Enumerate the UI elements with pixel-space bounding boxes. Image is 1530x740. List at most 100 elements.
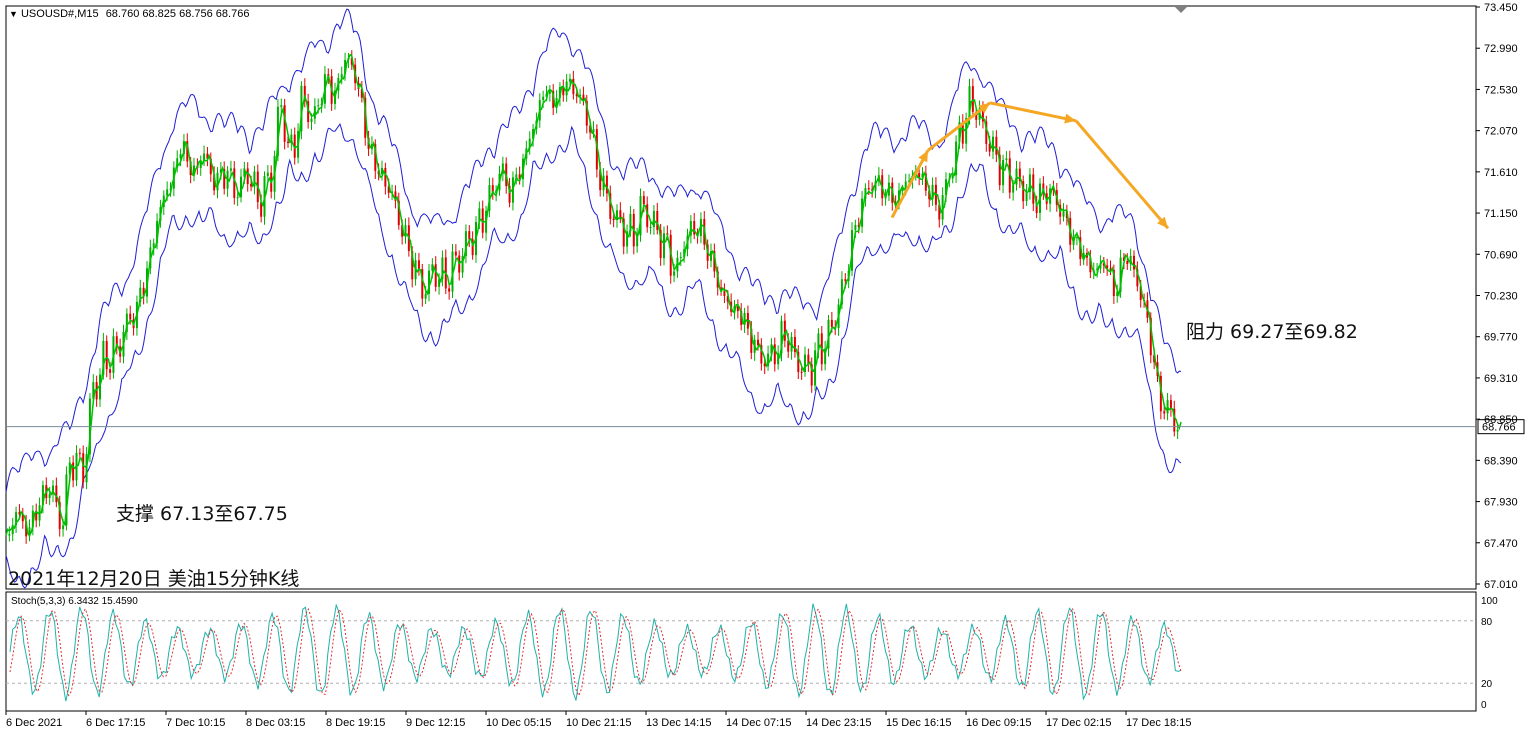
candle-body	[951, 175, 954, 179]
candle-body	[854, 224, 857, 231]
candle-body	[867, 188, 870, 190]
stoch-tick-label: 80	[1481, 617, 1493, 628]
time-tick-label: 15 Dec 16:15	[886, 717, 951, 729]
price-tick-label: 72.990	[1484, 43, 1518, 55]
price-tick-label: 68.850	[1484, 414, 1518, 426]
candle-body	[783, 320, 786, 341]
time-tick-label: 14 Dec 07:15	[726, 717, 791, 729]
candle-body	[592, 129, 595, 133]
candle-body	[830, 319, 833, 328]
time-tick-label: 17 Dec 02:15	[1046, 717, 1111, 729]
chart-header: ▼ USOUSD#,M15 68.760 68.825 68.756 68.76…	[9, 8, 249, 20]
price-tick-label: 69.770	[1484, 332, 1518, 344]
candle-body	[266, 172, 269, 177]
candle-body	[468, 231, 471, 240]
candle-body	[48, 494, 51, 499]
stoch-panel-frame	[5, 591, 1477, 712]
candle-body	[454, 251, 457, 256]
candle-body	[246, 168, 249, 185]
stoch-tick-label: 20	[1481, 679, 1493, 690]
candle-body	[236, 197, 239, 199]
candle-body	[1163, 411, 1166, 414]
candle-body	[793, 336, 796, 353]
candle-body	[233, 168, 236, 198]
candle-body	[62, 525, 65, 530]
candle-body	[434, 264, 437, 287]
candle-body	[757, 339, 759, 346]
candle-body	[216, 172, 219, 191]
candle-body	[310, 118, 313, 122]
candle-body	[579, 94, 582, 97]
candle-body	[152, 243, 155, 248]
candle-body	[649, 227, 652, 229]
symbol-label: USOUSD#,M15	[20, 8, 99, 20]
candle-body	[663, 233, 665, 259]
time-tick-label: 16 Dec 09:15	[966, 717, 1031, 729]
candle-body	[569, 78, 571, 82]
candle-body	[82, 453, 85, 483]
ohlc-readout: 68.760 68.825 68.756 68.766	[105, 8, 250, 20]
price-tick-label: 67.010	[1484, 579, 1518, 591]
candle-body	[417, 260, 420, 270]
resistance-annotation: 阻力 69.27至69.82	[1186, 321, 1358, 343]
time-tick-label: 7 Dec 10:15	[166, 717, 225, 729]
candle-body	[901, 189, 904, 191]
candle-body	[85, 454, 88, 483]
price-tick-label: 70.690	[1484, 249, 1518, 261]
price-tick-label: 68.390	[1484, 455, 1518, 467]
candle-body	[605, 175, 608, 194]
candle-body	[55, 485, 58, 503]
candle-body	[548, 91, 551, 94]
candle-body	[448, 288, 451, 292]
candle-body	[109, 369, 112, 373]
candle-body	[1133, 255, 1135, 270]
candle-body	[340, 74, 343, 79]
price-tick-label: 73.450	[1484, 2, 1518, 14]
candle-body	[656, 210, 659, 230]
price-tick-label: 67.930	[1484, 497, 1518, 509]
candle-body	[105, 340, 108, 370]
candle-body	[229, 168, 232, 171]
candle-body	[844, 279, 847, 281]
stoch-tick-label: 0	[1481, 700, 1487, 711]
candle-body	[287, 141, 289, 144]
candle-body	[992, 136, 994, 152]
candle-body	[673, 271, 676, 276]
candle-body	[1012, 184, 1015, 193]
candle-body	[78, 452, 81, 454]
time-tick-label: 10 Dec 21:15	[566, 717, 631, 729]
candle-body	[424, 293, 427, 299]
candle-body	[542, 96, 545, 101]
price-tick-label: 72.530	[1484, 84, 1518, 96]
candle-body	[280, 105, 283, 107]
chart-caption: 2021年12月20日 美油15分钟K线	[8, 568, 300, 590]
price-tick-label: 72.070	[1484, 126, 1518, 138]
price-tick-label: 71.610	[1484, 167, 1518, 179]
candle-body	[1005, 158, 1008, 161]
candle-body	[612, 218, 615, 221]
time-tick-label: 6 Dec 2021	[6, 717, 62, 729]
stoch-tick-label: 100	[1481, 596, 1498, 607]
price-y-axis: 73.450 72.990 72.530 72.070 71.610 71.150 70.6…	[1476, 2, 1518, 591]
dropdown-triangle-icon[interactable]: ▼	[9, 9, 18, 19]
chart-canvas: 68.766 73.45072.99072.53072.07071.61071.…	[5, 2, 1525, 729]
time-tick-label: 8 Dec 19:15	[326, 717, 385, 729]
candle-body	[642, 196, 645, 205]
price-tick-label: 69.310	[1484, 373, 1518, 385]
candle-body	[971, 86, 974, 112]
time-tick-label: 17 Dec 18:15	[1126, 717, 1191, 729]
candle-body	[317, 105, 320, 107]
price-tick-label: 70.230	[1484, 291, 1518, 303]
stoch-y-axis: 100 80 20 0	[1481, 596, 1498, 711]
candle-body	[1002, 160, 1005, 186]
price-tick-label: 67.470	[1484, 538, 1518, 550]
candle-body	[1176, 429, 1179, 432]
time-x-axis: 6 Dec 2021 6 Dec 17:15 7 Dec 10:15 8 Dec 03…	[5, 711, 1191, 729]
time-tick-label: 9 Dec 12:15	[406, 717, 465, 729]
time-tick-label: 8 Dec 03:15	[246, 717, 305, 729]
candle-body	[8, 534, 11, 536]
candle-body	[384, 167, 387, 187]
candle-body	[800, 371, 803, 373]
price-tick-label: 71.150	[1484, 208, 1518, 220]
candle-body	[1062, 211, 1065, 217]
